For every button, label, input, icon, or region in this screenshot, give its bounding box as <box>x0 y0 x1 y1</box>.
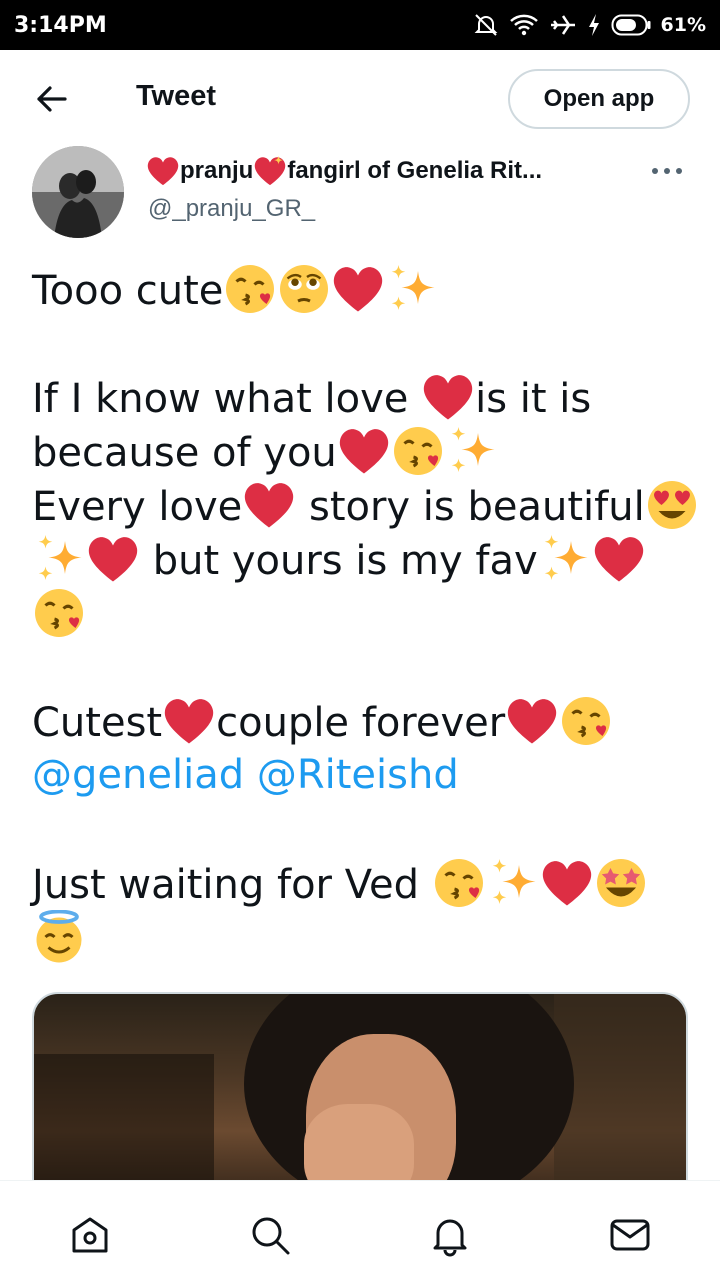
home-icon[interactable] <box>68 1213 112 1257</box>
heart-emoji <box>337 424 391 478</box>
status-bar: 3:14PM 61% <box>0 0 720 50</box>
heart-eyes-emoji <box>645 478 699 532</box>
top-header: Tweet Open app <box>0 50 720 146</box>
heart-emoji <box>592 532 646 586</box>
open-app-button[interactable]: Open app <box>508 69 690 129</box>
heart-emoji <box>162 694 216 748</box>
tweet-text-segment: If I know what love <box>32 376 422 422</box>
heart-emoji <box>505 694 559 748</box>
kissing-heart-emoji <box>391 424 445 478</box>
kissing-heart-emoji <box>223 262 277 316</box>
author-name-part2: fangirl of Genelia Rit... <box>287 157 543 184</box>
heart-emoji <box>421 370 475 424</box>
messages-icon[interactable] <box>608 1213 652 1257</box>
tweet-text-segment: is it is <box>475 376 592 422</box>
heart-emoji <box>540 856 594 910</box>
sparkles-emoji <box>445 424 499 478</box>
search-icon[interactable] <box>248 1213 292 1257</box>
mute-icon <box>473 12 499 38</box>
kissing-heart-emoji <box>432 856 486 910</box>
tweet-line: Just waiting for Ved <box>32 856 692 910</box>
heart-emoji <box>146 154 180 188</box>
tweet-line: Every love story is beautiful <box>32 478 692 532</box>
more-horizontal-icon[interactable] <box>652 162 686 180</box>
tweet-text-segment: couple forever <box>216 700 506 746</box>
sparkling-heart-emoji <box>253 154 287 188</box>
tweet-line <box>32 910 692 964</box>
mention-link-riteishd[interactable]: @Riteishd <box>257 752 459 798</box>
arrow-left-icon[interactable] <box>34 84 68 114</box>
star-struck-emoji <box>594 856 648 910</box>
heart-emoji <box>242 478 296 532</box>
tweet-media-image[interactable] <box>32 992 688 1192</box>
page-title: Tweet <box>136 80 217 112</box>
bottom-navigation <box>0 1180 720 1280</box>
kissing-heart-emoji <box>32 586 86 640</box>
tweet-text-segment: Every love <box>32 484 243 530</box>
sparkles-emoji <box>486 856 540 910</box>
avatar[interactable] <box>32 146 124 238</box>
tweet-line: Cutest couple forever <box>32 694 692 748</box>
mention-link-geneliad[interactable]: @geneliad <box>32 752 244 798</box>
sparkles-emoji <box>385 262 439 316</box>
sparkles-emoji <box>538 532 592 586</box>
sparkles-emoji <box>32 532 86 586</box>
tweet-line: but yours is my fav <box>32 532 692 586</box>
notifications-icon[interactable] <box>428 1213 472 1257</box>
kissing-heart-emoji <box>559 694 613 748</box>
author-display-name[interactable]: pranju fangirl of Genelia Rit... <box>146 154 542 188</box>
airplane-icon <box>549 12 577 38</box>
tweet-line: @geneliad @Riteishd <box>32 748 692 802</box>
tweet-text-segment: Cutest <box>32 700 163 746</box>
tweet-text: Tooo cute If I know what love is it is b… <box>32 262 692 964</box>
battery-percent: 61% <box>660 14 706 36</box>
wifi-icon <box>509 12 539 38</box>
tweet-text-segment: because of you <box>32 430 337 476</box>
status-time: 3:14PM <box>14 12 107 38</box>
tweet-text-segment: but yours is my fav <box>140 538 538 584</box>
author-handle[interactable]: @_pranju_GR_ <box>148 195 315 223</box>
charging-icon <box>587 12 601 38</box>
tweet-line: If I know what love is it is <box>32 370 692 424</box>
smiling-halo-emoji <box>32 910 86 964</box>
tweet-line <box>32 586 692 640</box>
pleading-face-emoji <box>277 262 331 316</box>
heart-emoji <box>331 262 385 316</box>
tweet-text-segment: Tooo cute <box>32 268 224 314</box>
tweet-text-segment: Just waiting for Ved <box>32 862 432 908</box>
battery-icon <box>611 14 651 36</box>
heart-emoji <box>86 532 140 586</box>
status-icons: 61% <box>473 12 706 38</box>
tweet-text-segment: story is beautiful <box>296 484 645 530</box>
tweet-line: because of you <box>32 424 692 478</box>
tweet-line: Tooo cute <box>32 262 692 316</box>
author-name-part1: pranju <box>180 157 254 184</box>
